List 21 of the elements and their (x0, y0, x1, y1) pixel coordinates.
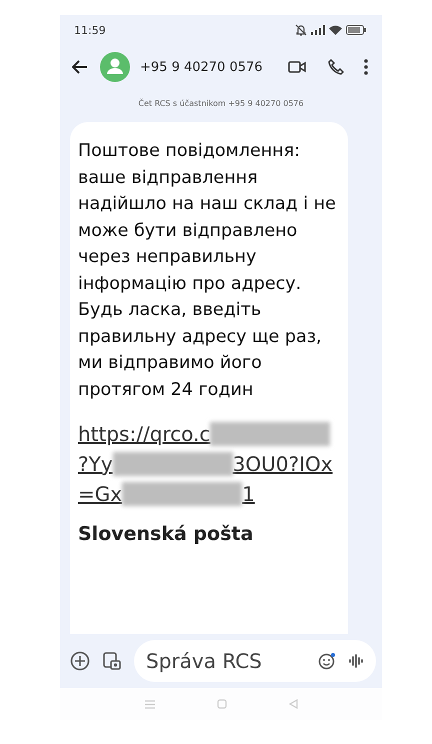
more-options-icon[interactable] (364, 59, 368, 75)
emoji-icon[interactable] (318, 652, 336, 670)
input-placeholder: Správa RCS (146, 649, 263, 673)
message-link[interactable]: https://qrco.c ?Yy 3OU0?IOx =Gx 1 (78, 419, 340, 509)
wifi-icon (329, 25, 342, 35)
message-text: Поштове повідомлення: ваше відправлення надійшло на наш склад і не може бути відправлено через неправильну інформацію про адресу. Будь ласка, введіть правильну адресу ще раз, ми відправимо його протягом 24 годин (78, 140, 337, 402)
avatar-icon (100, 52, 130, 82)
sender-name: Slovenská pošta (78, 523, 254, 545)
voice-icon[interactable] (348, 653, 364, 669)
muted-bell-icon (295, 24, 307, 36)
chat-info: Čet RCS s účastnikom +95 9 40270 0576 (137, 99, 305, 108)
gallery-icon[interactable] (102, 651, 122, 671)
video-call-icon[interactable] (288, 60, 306, 74)
message-input-field[interactable]: Správa RCS (134, 640, 376, 682)
contact-number: +95 9 40270 0576 (140, 60, 264, 74)
back-arrow-icon[interactable] (72, 60, 88, 74)
add-icon[interactable] (70, 651, 90, 671)
phone-icon[interactable] (328, 59, 344, 75)
signal-icon (311, 25, 325, 35)
status-time: 11:59 (74, 24, 106, 36)
battery-icon (346, 25, 366, 35)
